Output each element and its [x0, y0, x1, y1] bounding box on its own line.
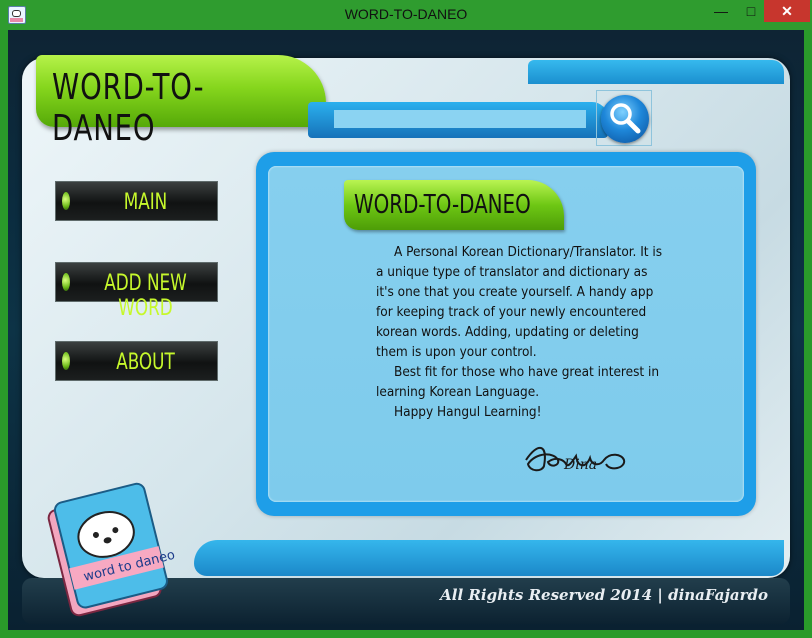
search-button[interactable]: [596, 90, 652, 146]
window-title: WORD-TO-DANEO: [344, 6, 468, 22]
maximize-icon[interactable]: □: [736, 0, 766, 22]
about-paragraph: Best fit for those who have great intere…: [376, 364, 660, 400]
app-window: WORD-TO-DANEO — □ ✕ All Rights Reserved …: [0, 0, 812, 638]
signature-icon: Dina: [520, 438, 630, 478]
about-paragraph: A Personal Korean Dictionary/Translator.…: [376, 244, 663, 360]
led-indicator-icon: [62, 352, 70, 370]
book-logo-icon: word to daneo: [40, 476, 180, 624]
about-paragraph: Happy Hangul Learning!: [394, 404, 542, 420]
decor-strip-top: [528, 60, 784, 84]
content-title-banner: WORD-TO-DANEO: [344, 180, 564, 230]
search-icon: [601, 95, 649, 143]
decor-strip-bottom: [194, 540, 784, 576]
signature-text: Dina: [563, 457, 597, 473]
minimize-icon[interactable]: —: [706, 0, 736, 22]
led-indicator-icon: [62, 192, 70, 210]
content-title: WORD-TO-DANEO: [354, 190, 531, 220]
app-client-area: All Rights Reserved 2014 | dinaFajardo W…: [8, 30, 804, 630]
search-bar: [308, 102, 608, 138]
led-indicator-icon: [62, 273, 70, 291]
sidebar-item-label: MAIN: [123, 190, 168, 215]
brand-banner: WORD-TO-DANEO: [36, 55, 326, 149]
close-icon[interactable]: ✕: [764, 0, 810, 22]
sidebar-item-label: ADD NEW WORD: [104, 271, 187, 321]
title-bar[interactable]: WORD-TO-DANEO — □ ✕: [0, 0, 812, 30]
sidebar-item-add-new-word[interactable]: ADD NEW WORD: [55, 262, 218, 321]
sidebar-item-label: ABOUT: [116, 350, 175, 375]
sidebar-item-main[interactable]: MAIN: [55, 181, 218, 221]
search-input[interactable]: [334, 110, 586, 128]
footer-text: All Rights Reserved 2014 | dinaFajardo: [440, 586, 768, 604]
about-text: A Personal Korean Dictionary/Translator.…: [376, 242, 666, 422]
sidebar-item-about[interactable]: ABOUT: [55, 341, 218, 381]
brand-title: WORD-TO-DANEO: [52, 67, 205, 149]
